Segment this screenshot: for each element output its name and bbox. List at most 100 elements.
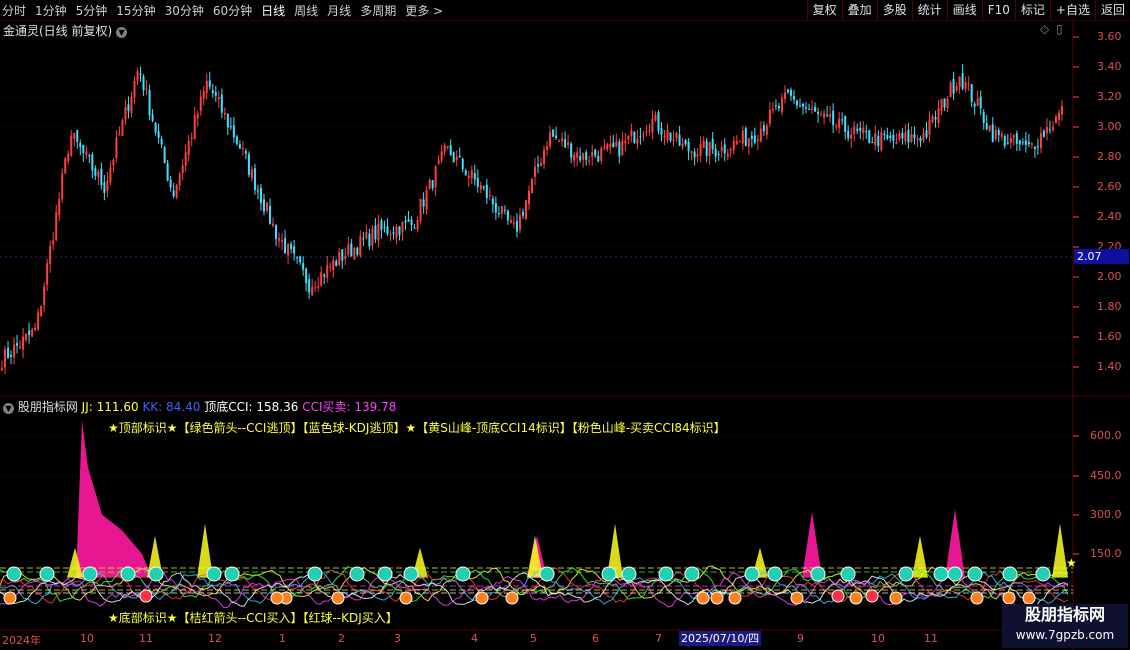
chevron-down-icon[interactable]: ▼ (116, 27, 128, 38)
cci-buy-arrow (399, 591, 413, 605)
kdj-top-ball (933, 566, 949, 582)
candle-body (907, 129, 910, 143)
candle-body (100, 168, 103, 186)
candle-body (383, 226, 386, 228)
candle-body (540, 163, 543, 166)
candle-body (13, 344, 16, 358)
chevron-down-icon[interactable]: ▼ (3, 403, 14, 414)
candle-body (615, 141, 618, 147)
candle-body (491, 198, 494, 205)
candle-body (672, 139, 675, 141)
candle-body (311, 286, 314, 295)
diamond-icon[interactable]: ◇ (1040, 22, 1049, 36)
candle-body (771, 109, 774, 111)
candle-body (31, 329, 34, 337)
candle-body (500, 206, 503, 215)
candle-body (43, 286, 46, 305)
candle-body (958, 76, 961, 88)
current-price-tag: 2.07 (1074, 249, 1129, 264)
candle-body (744, 128, 747, 146)
candle-body (1042, 130, 1045, 137)
candle-body (847, 130, 850, 139)
candle-body (871, 142, 874, 144)
indicator-tick: 600.0 (1090, 429, 1122, 442)
candle-body (109, 167, 112, 183)
candle-body (58, 198, 61, 216)
candle-body (61, 173, 64, 200)
candle-body (112, 159, 115, 166)
candle-body (226, 113, 229, 128)
candle-body (97, 171, 100, 178)
candle-body (1054, 116, 1057, 124)
candle-body (531, 178, 533, 194)
candle-body (229, 126, 232, 128)
candle-body (293, 246, 296, 254)
candle-body (696, 154, 699, 157)
candle-body (762, 125, 765, 132)
candle-body (645, 131, 648, 133)
candle-body (1061, 106, 1063, 115)
date-label: 1 (279, 632, 286, 645)
candle-body (440, 151, 443, 161)
value-kk: KK: 84.40 (142, 400, 201, 414)
cci-buy-arrow (970, 591, 984, 605)
candle-body (250, 169, 253, 178)
candle-body (889, 135, 892, 139)
candle-body (332, 260, 335, 271)
candle-body (341, 249, 344, 261)
candle-body (374, 225, 377, 240)
cci-buy-arrow (505, 591, 519, 605)
candle-body (880, 132, 883, 150)
cci-buy-arrow (696, 591, 710, 605)
candle-body (753, 135, 756, 143)
candle-body (4, 349, 7, 368)
candle-body (714, 148, 717, 157)
settings-square-icon[interactable]: ▯ (1056, 22, 1063, 36)
candle-body (702, 140, 705, 148)
candle-body (127, 104, 130, 112)
candle-body (362, 238, 365, 240)
cci-buy-arrow (710, 591, 724, 605)
candle-body (693, 151, 696, 158)
value-jj: JJ: 111.60 (81, 400, 139, 414)
candle-body (690, 151, 693, 154)
candle-body (259, 187, 262, 204)
candle-body (497, 213, 500, 215)
candle-body (1000, 133, 1003, 137)
indicator-title-bar: ▼ 股朋指标网 JJ: 111.60 KK: 84.40 顶底CCI: 158.… (3, 398, 396, 415)
kdj-top-ball (744, 566, 760, 582)
date-label: 10 (871, 632, 885, 645)
candle-body (353, 247, 356, 260)
date-label: 3 (394, 632, 401, 645)
candle-body (175, 184, 178, 198)
kdj-top-ball (349, 566, 365, 582)
candle-body (302, 263, 305, 270)
watermark: 股朋指标网 www.7gpzb.com (1002, 604, 1128, 648)
date-label: 7 (655, 632, 662, 645)
pink-peak (76, 420, 152, 578)
candle-body (166, 163, 169, 181)
candle-body (970, 84, 973, 102)
candle-body (241, 147, 244, 149)
candle-body (829, 113, 832, 118)
price-tick: 3.60 (1097, 30, 1122, 43)
candle-body (859, 127, 862, 131)
date-label: 2024年 (2, 634, 41, 647)
candle-body (940, 99, 943, 112)
price-tick: 2.60 (1097, 180, 1122, 193)
candle-body (627, 135, 630, 140)
candle-body (422, 199, 425, 207)
indicator-tick: 150.0 (1090, 547, 1122, 560)
price-tick: 2.00 (1097, 270, 1122, 283)
candle-body (928, 119, 931, 135)
candle-body (678, 134, 681, 146)
price-chart[interactable]: ★ (0, 0, 1130, 650)
candle-body (943, 98, 946, 108)
candle-body (22, 336, 25, 350)
candle-body (443, 145, 446, 152)
candle-body (256, 190, 259, 192)
kdj-top-ball (601, 566, 617, 582)
candle-body (160, 138, 163, 145)
date-label: 5 (530, 632, 537, 645)
candle-body (253, 168, 256, 190)
